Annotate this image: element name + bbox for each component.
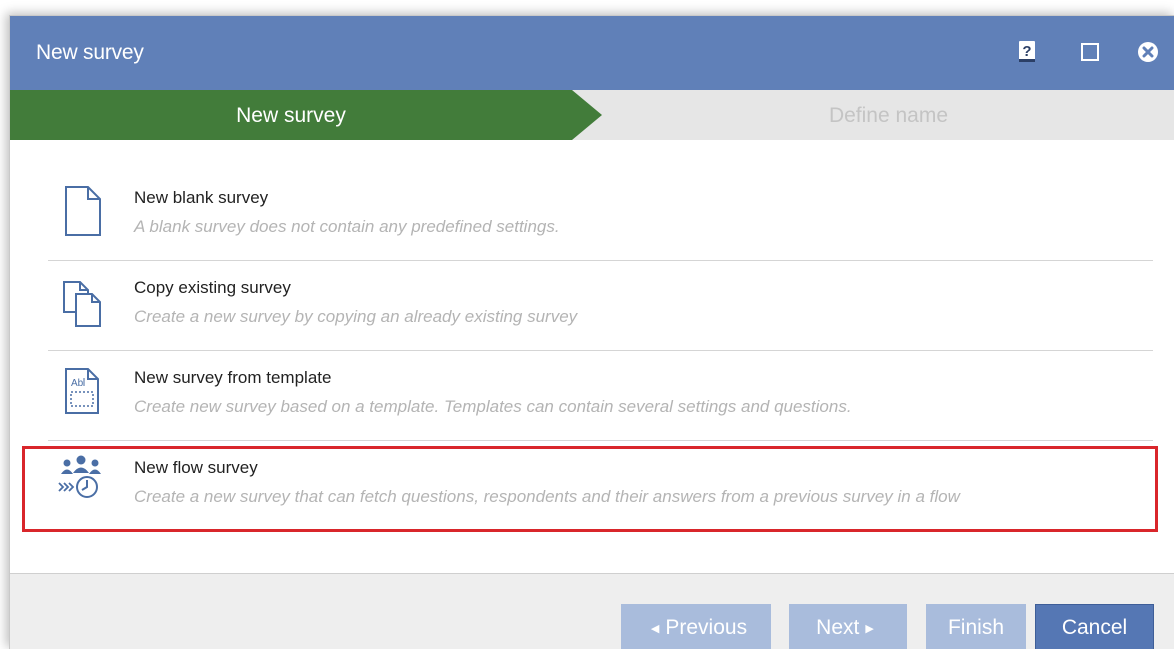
blank-document-icon xyxy=(65,186,101,236)
help-icon[interactable]: ? xyxy=(1015,40,1039,64)
cancel-button[interactable]: Cancel xyxy=(1035,604,1154,649)
next-button[interactable]: Next ▶ xyxy=(789,604,907,649)
copy-documents-icon xyxy=(63,281,101,327)
svg-text:?: ? xyxy=(1022,43,1031,60)
dialog-titlebar: New survey ? xyxy=(10,16,1174,90)
close-icon[interactable] xyxy=(1136,40,1160,64)
cancel-button-label: Cancel xyxy=(1061,616,1128,639)
wizard-steps: New survey Define name xyxy=(10,90,1174,140)
previous-button-label: Previous xyxy=(665,616,748,639)
new-survey-dialog: New survey ? New survey Define name New … xyxy=(9,15,1174,649)
svg-text:Ab: Ab xyxy=(71,378,84,389)
option-new-blank-survey[interactable]: New blank survey A blank survey does not… xyxy=(48,170,1153,261)
option-title: New blank survey xyxy=(134,188,269,207)
chevron-left-icon: ◀ xyxy=(650,622,660,635)
option-description: A blank survey does not contain any pred… xyxy=(134,217,560,236)
option-copy-existing-survey[interactable]: Copy existing survey Create a new survey… xyxy=(48,260,1153,351)
dialog-title: New survey xyxy=(36,41,144,64)
option-description: Create new survey based on a template. T… xyxy=(134,397,852,416)
previous-button[interactable]: ◀ Previous xyxy=(621,604,771,649)
finish-button-label: Finish xyxy=(947,616,1005,639)
next-button-label: Next xyxy=(816,616,860,639)
option-title: New survey from template xyxy=(134,368,332,387)
option-description: Create a new survey by copying an alread… xyxy=(134,307,578,326)
maximize-icon[interactable] xyxy=(1078,40,1102,64)
highlight-box xyxy=(22,446,1158,532)
finish-button[interactable]: Finish xyxy=(926,604,1026,649)
template-document-icon: Ab xyxy=(65,368,99,414)
option-title: Copy existing survey xyxy=(134,278,291,297)
option-new-survey-from-template[interactable]: Ab New survey from template Create new s… xyxy=(48,350,1153,441)
step-new-survey-label: New survey xyxy=(236,104,346,127)
chevron-right-icon: ▶ xyxy=(865,622,874,635)
dialog-footer: ◀ Previous Next ▶ Finish Cancel xyxy=(10,573,1174,649)
step-define-name-label: Define name xyxy=(828,104,949,127)
